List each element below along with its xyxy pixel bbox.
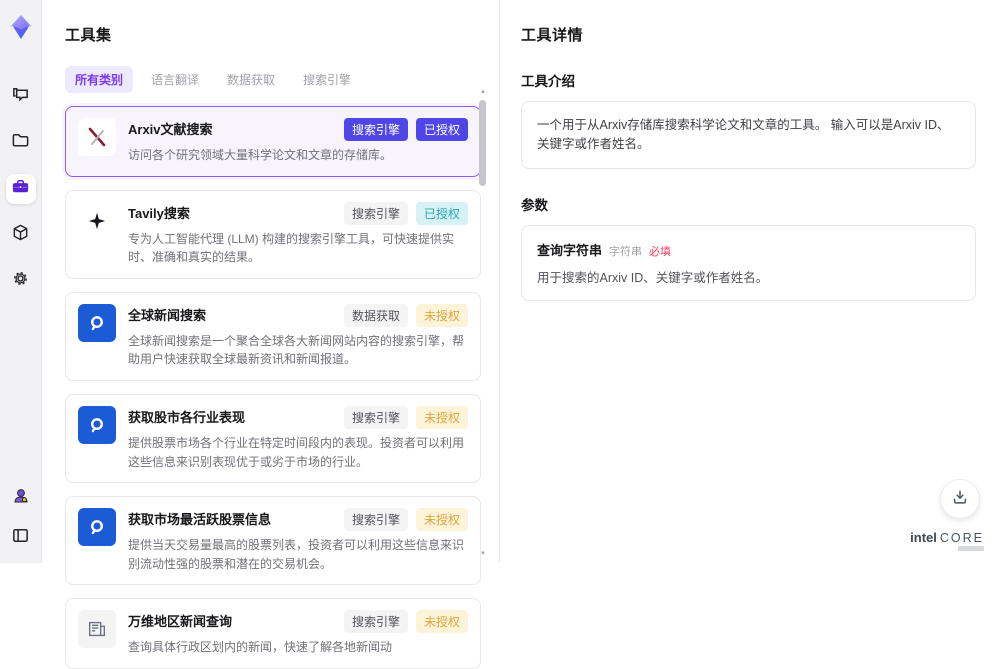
scrollbar-thumb[interactable] <box>479 100 486 186</box>
tool-card-active-stocks[interactable]: 获取市场最活跃股票信息 搜索引擎 未授权 提供当天交易量最高的股票列表，投资者可… <box>65 496 481 585</box>
sidebar-bottom <box>6 483 36 553</box>
tool-card-desc: 全球新闻搜索是一个聚合全球各大新闻网站内容的搜索引擎，帮助用户快速获取全球最新资… <box>128 332 468 369</box>
tab-data-fetch[interactable]: 数据获取 <box>217 66 285 93</box>
status-badge: 未授权 <box>416 610 468 633</box>
status-badge: 未授权 <box>416 508 468 531</box>
param-required-badge: 必填 <box>649 243 671 259</box>
sidebar-item-toolbox[interactable] <box>6 174 36 204</box>
category-badge: 数据获取 <box>344 304 408 327</box>
intel-core-logo: intel core <box>910 530 984 551</box>
cube-icon <box>11 223 30 247</box>
tab-all-categories[interactable]: 所有类别 <box>65 66 133 93</box>
sidebar-item-collapse[interactable] <box>6 523 36 553</box>
param-box: 查询字符串 字符串 必填 用于搜索的Arxiv ID、关键字或作者姓名。 <box>521 225 976 301</box>
intro-box: 一个用于从Arxiv存储库搜索科学论文和文章的工具。 输入可以是Arxiv ID… <box>521 101 976 169</box>
toolset-title: 工具集 <box>65 24 473 45</box>
tab-translation[interactable]: 语言翻译 <box>141 66 209 93</box>
app-logo <box>6 12 36 42</box>
arxiv-icon <box>78 118 116 156</box>
tool-card-arxiv[interactable]: Arxiv文献搜索 搜索引擎 已授权 访问各个研究领域大量科学论文和文章的存储库… <box>65 106 481 177</box>
category-badge: 搜索引擎 <box>344 202 408 225</box>
sparkle-icon <box>78 202 116 240</box>
tool-card-desc: 提供当天交易量最高的股票列表，投资者可以利用这些信息来识别流动性强的股票和潜在的… <box>128 536 468 573</box>
param-name: 查询字符串 <box>537 240 602 259</box>
sidebar-item-settings[interactable] <box>6 266 36 296</box>
category-badge: 搜索引擎 <box>344 406 408 429</box>
tool-detail-panel: 工具详情 工具介绍 一个用于从Arxiv存储库搜索科学论文和文章的工具。 输入可… <box>501 0 1000 563</box>
param-desc: 用于搜索的Arxiv ID、关键字或作者姓名。 <box>537 267 960 286</box>
tool-card-title: 获取市场最活跃股票信息 <box>128 508 271 528</box>
gem-logo-icon <box>7 13 35 41</box>
scroll-up-arrow[interactable]: ▲ <box>479 88 487 96</box>
status-badge: 未授权 <box>416 406 468 429</box>
toolbox-icon <box>11 177 30 201</box>
intel-logo-sub-bar <box>958 546 984 551</box>
blue-search-icon <box>78 406 116 444</box>
category-badge: 搜索引擎 <box>344 610 408 633</box>
sidebar-item-chat[interactable] <box>6 82 36 112</box>
newspaper-icon <box>78 610 116 648</box>
tool-card-title: 获取股市各行业表现 <box>128 406 245 426</box>
avatar-icon <box>11 486 31 511</box>
tool-card-desc: 访问各个研究领域大量科学论文和文章的存储库。 <box>128 146 468 165</box>
category-badge: 搜索引擎 <box>344 118 408 141</box>
download-icon <box>951 488 969 511</box>
list-scrollbar[interactable]: ▲ ▼ <box>479 88 487 558</box>
core-wordmark: core <box>940 531 984 545</box>
tool-card-title: 全球新闻搜索 <box>128 304 206 324</box>
status-badge: 未授权 <box>416 304 468 327</box>
category-tabs: 所有类别 语言翻译 数据获取 搜索引擎 <box>65 66 473 93</box>
sidebar-item-account[interactable] <box>6 483 36 513</box>
panel-collapse-icon <box>11 526 30 550</box>
detail-title: 工具详情 <box>521 24 976 45</box>
sidebar-item-models[interactable] <box>6 220 36 250</box>
sidebar-item-files[interactable] <box>6 128 36 158</box>
status-badge: 已授权 <box>416 202 468 225</box>
gear-icon <box>11 269 30 293</box>
intel-wordmark: intel <box>910 530 937 545</box>
status-badge: 已授权 <box>416 118 468 141</box>
sidebar-nav <box>6 82 36 296</box>
params-heading: 参数 <box>521 194 976 214</box>
blue-search-icon <box>78 508 116 546</box>
left-sidebar <box>0 0 42 563</box>
chat-icon <box>11 85 30 109</box>
tool-card-title: 万维地区新闻查询 <box>128 610 232 630</box>
tool-card-desc: 查询具体行政区划内的新闻，快速了解各地新闻动 <box>128 638 468 657</box>
blue-search-icon <box>78 304 116 342</box>
tool-card-list: Arxiv文献搜索 搜索引擎 已授权 访问各个研究领域大量科学论文和文章的存储库… <box>65 106 481 669</box>
tool-card-sector-performance[interactable]: 获取股市各行业表现 搜索引擎 未授权 提供股票市场各个行业在特定时间段内的表现。… <box>65 394 481 483</box>
tool-card-regional-news[interactable]: 万维地区新闻查询 搜索引擎 未授权 查询具体行政区划内的新闻，快速了解各地新闻动 <box>65 598 481 669</box>
tool-card-global-news[interactable]: 全球新闻搜索 数据获取 未授权 全球新闻搜索是一个聚合全球各大新闻网站内容的搜索… <box>65 292 481 381</box>
param-type: 字符串 <box>609 243 642 259</box>
tool-card-title: Arxiv文献搜索 <box>128 118 213 138</box>
toolset-panel: 工具集 所有类别 语言翻译 数据获取 搜索引擎 Arxiv文献搜索 搜索引擎 已… <box>42 0 500 563</box>
folder-icon <box>11 131 30 155</box>
tool-card-desc: 提供股票市场各个行业在特定时间段内的表现。投资者可以利用这些信息来识别表现优于或… <box>128 434 468 471</box>
tab-search-engine[interactable]: 搜索引擎 <box>293 66 361 93</box>
intro-heading: 工具介绍 <box>521 70 976 90</box>
category-badge: 搜索引擎 <box>344 508 408 531</box>
tool-card-desc: 专为人工智能代理 (LLM) 构建的搜索引擎工具，可快速提供实时、准确和真实的结… <box>128 230 468 267</box>
scroll-down-arrow[interactable]: ▼ <box>479 550 487 558</box>
intro-text: 一个用于从Arxiv存储库搜索科学论文和文章的工具。 输入可以是Arxiv ID… <box>537 116 960 154</box>
tool-card-tavily[interactable]: Tavily搜索 搜索引擎 已授权 专为人工智能代理 (LLM) 构建的搜索引擎… <box>65 190 481 279</box>
tool-card-title: Tavily搜索 <box>128 202 190 222</box>
download-button[interactable] <box>940 479 980 519</box>
